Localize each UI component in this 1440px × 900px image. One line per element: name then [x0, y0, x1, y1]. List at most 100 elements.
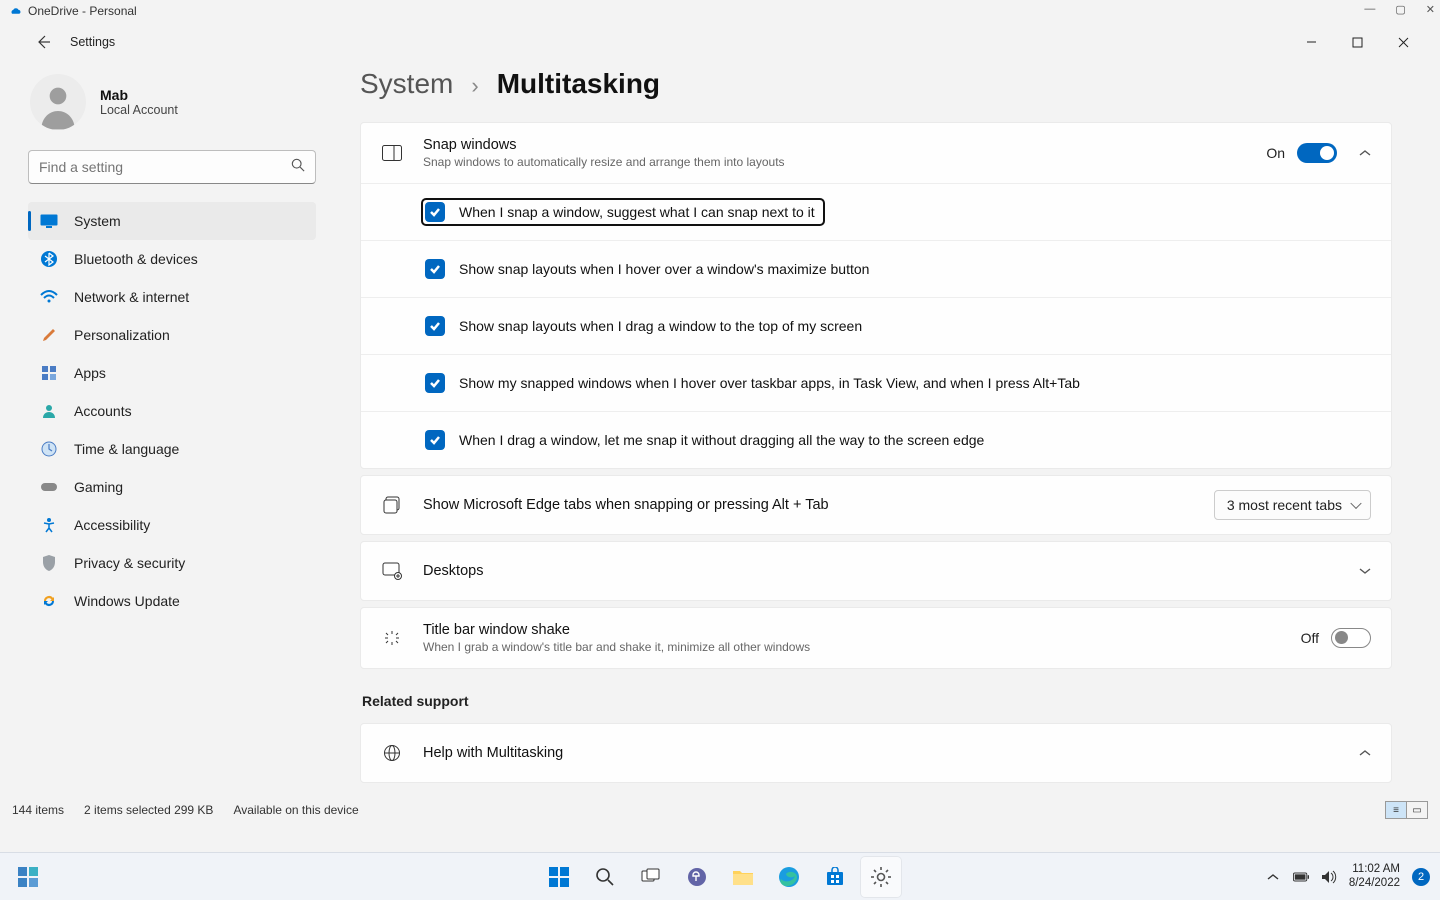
back-button[interactable]: [34, 33, 52, 51]
settings-window-title: Settings: [70, 35, 115, 49]
taskbar: 11:02 AM 8/24/2022 2: [0, 852, 1440, 900]
nav-item-privacy[interactable]: Privacy & security: [28, 544, 316, 582]
file-explorer-button[interactable]: [723, 857, 763, 897]
edge-tabs-select[interactable]: 3 most recent tabs: [1214, 490, 1371, 520]
snap-option-label: When I snap a window, suggest what I can…: [459, 204, 815, 220]
apps-icon: [40, 364, 58, 382]
bg-minimize-button[interactable]: —: [1364, 3, 1375, 16]
snap-option-label: Show my snapped windows when I hover ove…: [459, 375, 1080, 391]
checkbox-checked-icon: [425, 202, 445, 222]
sidebar: Mab Local Account System Bluetooth & dev…: [12, 60, 332, 822]
desktops-row[interactable]: Desktops: [361, 542, 1391, 600]
edge-tabs-group: Show Microsoft Edge tabs when snapping o…: [360, 475, 1392, 535]
status-selection: 2 items selected 299 KB: [84, 803, 213, 817]
help-group: Help with Multitasking: [360, 723, 1392, 783]
accessibility-icon: [40, 516, 58, 534]
nav-item-gaming[interactable]: Gaming: [28, 468, 316, 506]
nav-label: Personalization: [74, 327, 170, 343]
wifi-icon: [40, 288, 58, 306]
store-button[interactable]: [815, 857, 855, 897]
notification-badge[interactable]: 2: [1412, 868, 1430, 886]
snap-toggle[interactable]: [1297, 143, 1337, 163]
clock-time: 11:02 AM: [1349, 863, 1400, 876]
snap-option-row-1: Show snap layouts when I hover over a wi…: [361, 240, 1391, 297]
taskbar-center: [539, 857, 901, 897]
nav-label: Apps: [74, 365, 106, 381]
snap-option-2[interactable]: Show snap layouts when I drag a window t…: [421, 312, 872, 340]
help-row[interactable]: Help with Multitasking: [361, 724, 1391, 782]
status-item-count: 144 items: [12, 803, 64, 817]
view-details-button[interactable]: ≡: [1385, 801, 1407, 819]
tray-chevron-up-icon[interactable]: [1265, 869, 1281, 885]
snap-option-0[interactable]: When I snap a window, suggest what I can…: [421, 198, 825, 226]
widgets-button[interactable]: [8, 857, 48, 897]
shake-toggle[interactable]: [1331, 628, 1371, 648]
edge-button[interactable]: [769, 857, 809, 897]
checkbox-checked-icon: [425, 430, 445, 450]
start-button[interactable]: [539, 857, 579, 897]
nav-item-system[interactable]: System: [28, 202, 316, 240]
search-box[interactable]: [28, 150, 316, 184]
desktops-group: Desktops: [360, 541, 1392, 601]
snap-option-4[interactable]: When I drag a window, let me snap it wit…: [421, 426, 994, 454]
nav-label: System: [74, 213, 121, 229]
settings-button[interactable]: [861, 857, 901, 897]
avatar: [30, 74, 86, 130]
nav-label: Accessibility: [74, 517, 150, 533]
clock-date: 8/24/2022: [1349, 877, 1400, 890]
account-block[interactable]: Mab Local Account: [28, 66, 316, 150]
nav-item-bluetooth[interactable]: Bluetooth & devices: [28, 240, 316, 278]
settings-titlebar: Settings: [12, 24, 1440, 60]
snap-option-1[interactable]: Show snap layouts when I hover over a wi…: [421, 255, 879, 283]
nav-label: Network & internet: [74, 289, 189, 305]
settings-window: Settings Mab Local Account: [12, 24, 1440, 822]
volume-icon[interactable]: [1321, 869, 1337, 885]
clock-globe-icon: [40, 440, 58, 458]
desktops-title: Desktops: [423, 563, 1349, 579]
account-type: Local Account: [100, 103, 178, 117]
help-title: Help with Multitasking: [423, 745, 1349, 761]
view-thumbnails-button[interactable]: ▭: [1406, 801, 1428, 819]
breadcrumb-parent[interactable]: System: [360, 68, 453, 100]
shake-title: Title bar window shake: [423, 622, 1301, 638]
snap-option-label: Show snap layouts when I drag a window t…: [459, 318, 862, 334]
breadcrumb-current: Multitasking: [497, 68, 660, 100]
taskbar-clock[interactable]: 11:02 AM 8/24/2022: [1349, 863, 1400, 889]
snap-title: Snap windows: [423, 137, 1266, 153]
nav-label: Gaming: [74, 479, 123, 495]
nav-item-apps[interactable]: Apps: [28, 354, 316, 392]
background-window-title: OneDrive - Personal: [28, 4, 137, 18]
snap-option-3[interactable]: Show my snapped windows when I hover ove…: [421, 369, 1090, 397]
nav-item-accessibility[interactable]: Accessibility: [28, 506, 316, 544]
snap-option-row-0: When I snap a window, suggest what I can…: [361, 183, 1391, 240]
battery-icon[interactable]: [1293, 869, 1309, 885]
search-input[interactable]: [39, 159, 291, 175]
tabs-icon: [381, 494, 403, 516]
snap-subtitle: Snap windows to automatically resize and…: [423, 155, 1266, 169]
nav-item-time-language[interactable]: Time & language: [28, 430, 316, 468]
system-tray: 11:02 AM 8/24/2022 2: [1265, 863, 1430, 889]
taskbar-search-button[interactable]: [585, 857, 625, 897]
minimize-button[interactable]: [1288, 26, 1334, 58]
desktops-icon: [381, 560, 403, 582]
chevron-up-icon[interactable]: [1359, 146, 1371, 160]
nav-item-windows-update[interactable]: Windows Update: [28, 582, 316, 620]
nav-label: Bluetooth & devices: [74, 251, 198, 267]
snap-option-row-2: Show snap layouts when I drag a window t…: [361, 297, 1391, 354]
nav-item-accounts[interactable]: Accounts: [28, 392, 316, 430]
help-globe-icon: [381, 742, 403, 764]
bg-close-button[interactable]: ✕: [1426, 3, 1435, 16]
bg-maximize-button[interactable]: ▢: [1395, 3, 1405, 16]
nav-list: System Bluetooth & devices Network & int…: [28, 202, 316, 620]
checkbox-checked-icon: [425, 373, 445, 393]
breadcrumb: System › Multitasking: [360, 68, 1392, 100]
nav-item-personalization[interactable]: Personalization: [28, 316, 316, 354]
snap-windows-header-row[interactable]: Snap windows Snap windows to automatical…: [361, 123, 1391, 183]
nav-item-network[interactable]: Network & internet: [28, 278, 316, 316]
close-button[interactable]: [1380, 26, 1426, 58]
shake-state-label: Off: [1301, 630, 1319, 646]
chat-button[interactable]: [677, 857, 717, 897]
maximize-button[interactable]: [1334, 26, 1380, 58]
title-bar-shake-row: Title bar window shake When I grab a win…: [361, 608, 1391, 668]
task-view-button[interactable]: [631, 857, 671, 897]
